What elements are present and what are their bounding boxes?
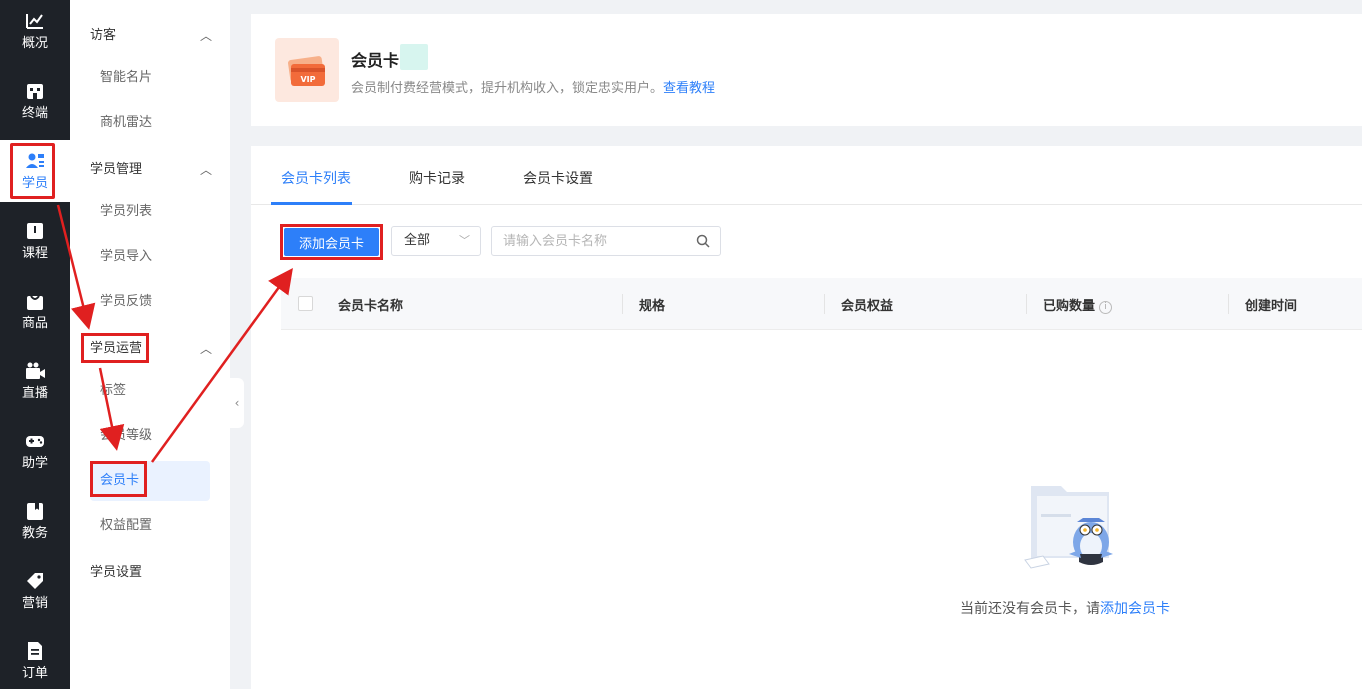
search-input[interactable] [492,227,687,255]
chart-icon [26,14,43,29]
rail-item-marketing[interactable]: 营销 [0,560,70,630]
tutorial-link[interactable]: 查看教程 [663,81,715,96]
active-tab-indicator [271,202,352,205]
column-header-purchased: 已购数量 i [1043,295,1113,314]
column-header-name: 会员卡名称 [338,299,404,314]
column-header-label: 已购数量 [1043,299,1096,314]
rail-item-academic[interactable]: 教务 [0,490,70,560]
svg-text:VIP: VIP [300,75,315,84]
column-divider [622,294,623,314]
rail-item-terminal[interactable]: 终端 [0,70,70,140]
rail-label: 商品 [21,316,48,331]
nav-item-tags[interactable]: 标签 [100,381,126,401]
nav-item-student-import[interactable]: 学员导入 [100,247,152,267]
chevron-up-icon: ︿ [199,342,212,356]
search-box [491,226,721,256]
rail-item-orders[interactable]: 订单 [0,630,70,689]
nav-item-student-feedback[interactable]: 学员反馈 [100,292,152,312]
tab-bar: 会员卡列表 购卡记录 会员卡设置 [251,146,1362,205]
book-icon [27,223,43,239]
rail-item-assist[interactable]: 助学 [0,420,70,490]
rail-label: 助学 [21,456,48,471]
rail-label: 订单 [21,666,48,681]
nav-group-student-management[interactable]: 学员管理 ︿ [90,159,212,181]
rail-label: 教务 [21,526,48,541]
nav-item-student-list[interactable]: 学员列表 [100,202,152,222]
nav-group-visitor[interactable]: 访客 ︿ [90,25,212,47]
annotation-highlight-box [90,461,147,497]
rail-item-course[interactable]: 课程 [0,210,70,280]
nav-group-label: 访客 [90,28,117,43]
document-icon [28,642,42,660]
gamepad-icon [26,436,44,447]
collapse-sidebar-button[interactable]: ‹ [230,378,244,428]
column-divider [824,294,825,314]
terminal-icon [27,84,43,99]
page-title: 会员卡 [351,51,400,70]
tab-purchase-records[interactable]: 购卡记录 [409,168,465,188]
rail-item-goods[interactable]: 商品 [0,280,70,350]
rail-item-overview[interactable]: 概况 [0,0,70,70]
annotation-highlight-box [280,224,383,260]
empty-text: 当前还没有会员卡，请 [960,601,1100,617]
nav-item-member-level[interactable]: 会员等级 [100,426,152,446]
page-header-card: VIP 会员卡 会员制付费经营模式，提升机构收入，锁定忠实用户。查看教程 [251,14,1362,126]
nav-item-opportunity-radar[interactable]: 商机雷达 [100,113,152,133]
description-text: 会员制付费经营模式，提升机构收入，锁定忠实用户。 [351,81,664,96]
rail-label: 直播 [21,386,48,401]
rail-label: 概况 [21,36,48,51]
column-header-benefits: 会员权益 [841,299,894,314]
page-description: 会员制付费经营模式，提升机构收入，锁定忠实用户。查看教程 [351,77,715,96]
tab-member-card-list[interactable]: 会员卡列表 [281,168,351,188]
nav-item-smart-card[interactable]: 智能名片 [100,68,152,88]
annotation-highlight-box [10,143,55,199]
column-divider [1026,294,1027,314]
chevron-up-icon: ︿ [199,163,212,177]
chevron-up-icon: ︿ [199,29,212,43]
info-icon[interactable]: i [1099,301,1113,314]
notebook-icon [27,503,43,520]
rail-label: 终端 [21,106,48,121]
main-nav-rail: 概况 终端 学员 课程 商品 直播 助学 教务 营销 订单 [0,0,70,689]
table-header: 会员卡名称 规格 会员权益 已购数量 i 创建时间 [281,278,1362,330]
rail-label: 课程 [21,246,48,261]
main-card: 会员卡列表 购卡记录 会员卡设置 添加会员卡 全部 ﹀ 会员卡名称 规格 会员权… [251,146,1362,689]
camera-icon [26,362,45,379]
title-badge [400,44,428,70]
select-value: 全部 [404,233,431,248]
add-member-card-link[interactable]: 添加会员卡 [1100,601,1170,617]
select-all-checkbox[interactable] [298,296,313,311]
rail-label: 营销 [21,596,48,611]
bag-icon [27,295,43,310]
empty-state-message: 当前还没有会员卡，请添加会员卡 [960,598,1170,618]
nav-item-benefit-config[interactable]: 权益配置 [100,516,152,536]
column-divider [1228,294,1229,314]
search-icon[interactable] [696,234,710,248]
vip-card-icon: VIP [275,38,339,102]
column-header-spec: 规格 [639,299,666,314]
tag-icon [27,573,43,589]
column-header-created: 创建时间 [1245,299,1298,314]
nav-group-label: 学员管理 [90,162,143,177]
status-filter-select[interactable]: 全部 ﹀ [391,226,481,256]
empty-state-illustration [1024,486,1113,569]
chevron-down-icon: ﹀ [459,234,470,247]
annotation-highlight-box [81,333,149,363]
tab-member-card-settings[interactable]: 会员卡设置 [523,168,593,188]
nav-group-student-settings[interactable]: 学员设置 [90,562,212,584]
nav-group-label: 学员设置 [90,565,143,580]
rail-item-live[interactable]: 直播 [0,350,70,420]
